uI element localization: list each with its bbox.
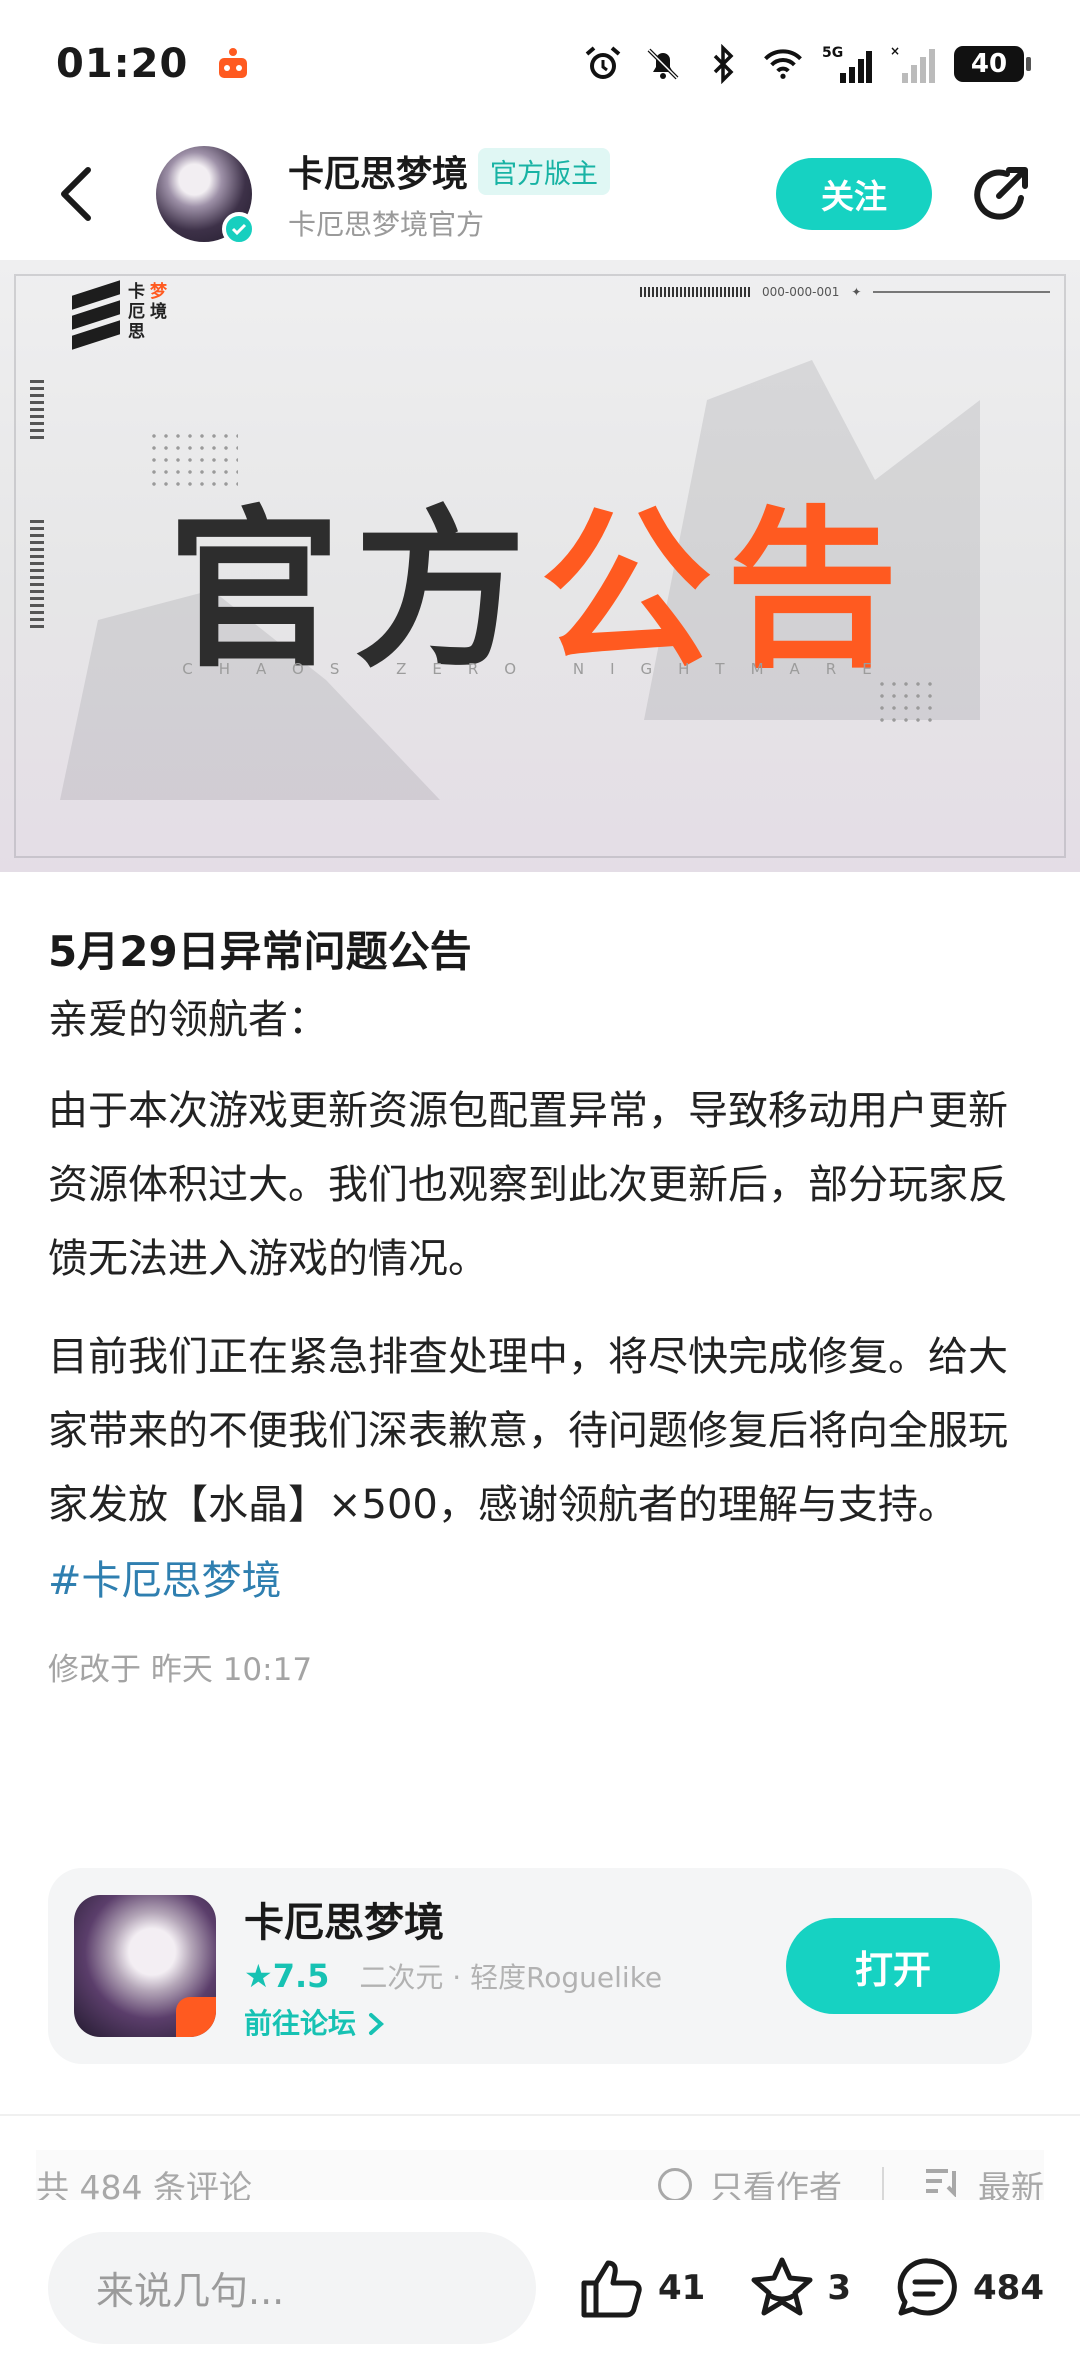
logo-char-1: 卡 [128,282,145,302]
comment-count-action: 484 [973,2267,1044,2308]
logo-char-2: 梦 [150,282,167,302]
logo-mark-icon [72,280,120,350]
article-body: 5月29日异常问题公告 亲爱的领航者： 由于本次游戏更新资源包配置异常，导致移动… [48,922,1032,1689]
author-avatar[interactable] [156,146,256,246]
bluetooth-icon [702,43,744,85]
post-header: 卡厄思梦境 官方版主 卡厄思梦境官方 关注 [0,128,1080,260]
game-card[interactable]: 卡厄思梦境 ★7.5 二次元 · 轻度Roguelike 前往论坛 打开 [48,1868,1032,2064]
bottom-action-bar: 来说几句... 41 3 484 [0,2200,1080,2375]
author-info[interactable]: 卡厄思梦境 官方版主 卡厄思梦境官方 [288,145,611,243]
status-bar: 01:20 5G × 40 [0,0,1080,128]
signal-sim2-icon: × [890,43,936,85]
game-logo: 卡 梦 厄 境 思 [72,280,172,350]
thumbs-up-icon [581,2260,642,2317]
share-icon [974,167,1028,220]
forum-link-label: 前往论坛 [244,2007,357,2040]
moderator-badge: 官方版主 [478,147,611,195]
star-icon [751,2257,813,2315]
game-genre: 二次元 · 轻度Roguelike [359,1961,663,1994]
article-greeting: 亲爱的领航者： [48,997,328,1043]
battery-indicator: 40 [954,46,1031,82]
svg-text:×: × [890,44,900,58]
mute-icon [642,43,684,85]
like-button[interactable]: 41 [580,2257,705,2319]
status-time: 01:20 [56,41,189,87]
like-count: 41 [658,2267,706,2308]
game-app-icon[interactable] [74,1895,216,2037]
sparkle-icon: ✦ [851,285,862,299]
back-button[interactable] [46,164,106,224]
article-paragraph: 由于本次游戏更新资源包配置异常，导致移动用户更新资源体积过大。我们也观察到此次更… [48,1088,1008,1282]
article-title: 5月29日异常问题公告 [48,927,472,976]
author-subtitle: 卡厄思梦境官方 [288,208,485,241]
favorite-count: 3 [827,2267,851,2308]
wifi-icon [762,43,804,85]
comment-button[interactable]: 484 [895,2256,1044,2320]
verified-icon [222,212,256,246]
banner-caption: CHAOS ZERO NIGHTMARE [182,660,898,678]
game-name: 卡厄思梦境 [244,1900,444,1946]
forum-link[interactable]: 前往论坛 [244,2002,662,2042]
article-paragraph: 目前我们正在紧急排查处理中，将尽快完成修复。给大家带来的不便我们深表歉意，待问题… [48,1334,1008,1528]
share-button[interactable] [968,161,1034,227]
banner-topline: 000-000-001 ✦ [640,282,1050,302]
svg-text:5G: 5G [822,45,843,61]
barcode-icon [640,287,750,297]
logo-char-3: 厄 [128,302,145,322]
author-only-radio[interactable] [658,2168,692,2202]
sort-icon[interactable] [924,2166,960,2205]
comment-bubble-icon [897,2257,957,2315]
chevron-left-icon [61,167,91,221]
logo-char-4: 境 [150,302,167,322]
game-rating: ★7.5 [244,1957,330,1995]
banner-code: 000-000-001 [762,285,840,299]
modified-time: 修改于 昨天 10:17 [48,1652,313,1688]
signal-5g-icon: 5G [822,43,872,85]
open-game-button[interactable]: 打开 [786,1918,1000,2014]
banner-side-marks [30,380,44,440]
favorite-button[interactable]: 3 [749,2256,851,2320]
alarm-icon [582,43,624,85]
author-name: 卡厄思梦境 [288,154,469,195]
logo-char-5: 思 [128,322,145,342]
comment-input[interactable]: 来说几句... [48,2231,536,2344]
notification-app-icon [212,43,254,85]
announcement-banner[interactable]: 卡 梦 厄 境 思 000-000-001 ✦ 官方公告 CHAOS ZERO … [0,260,1080,872]
follow-button[interactable]: 关注 [776,158,932,230]
chevron-right-icon [368,2013,384,2035]
topic-tag-link[interactable]: #卡厄思梦境 [48,1546,1032,1616]
section-divider [0,2114,1080,2116]
